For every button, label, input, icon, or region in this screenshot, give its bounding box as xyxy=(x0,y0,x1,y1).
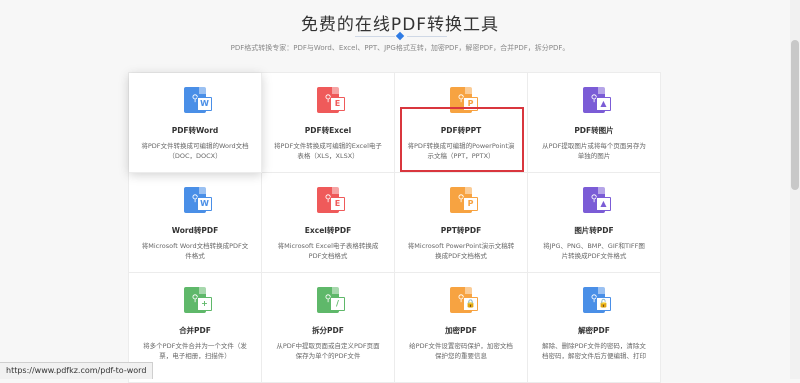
tool-name: 加密PDF xyxy=(445,326,477,335)
tool-card-image-to-pdf[interactable]: ⚲ ▲ 图片转PDF 将JPG、PNG、BMP、GIF和TIFF图片转换成PDF… xyxy=(528,173,661,273)
ppt-badge-icon: P xyxy=(463,197,478,211)
unlock-icon: 🔓 xyxy=(596,297,611,311)
tool-name: 解密PDF xyxy=(578,326,610,335)
divider-line-left xyxy=(355,36,395,37)
tool-card-word-to-pdf[interactable]: ⚲ W Word转PDF 将Microsoft Word文档转换成PDF文件格式 xyxy=(129,173,262,273)
title-divider xyxy=(0,31,800,41)
highlight-box xyxy=(400,107,524,172)
tool-description: 从PDF提取图片或将每个页面另存为单独的图片 xyxy=(542,142,646,160)
image-badge-icon: ▲ xyxy=(596,197,611,211)
tool-description: 将Microsoft Excel电子表格转换成PDF文档格式 xyxy=(277,242,379,260)
word-badge-icon: W xyxy=(197,197,212,211)
tool-grid: ⚲ W PDF转Word 将PDF文件转换成可编辑的Word文档（DOC，DOC… xyxy=(128,72,661,383)
status-url: https://www.pdfkz.com/pdf-to-word xyxy=(0,362,154,379)
tool-card-pdf-to-word[interactable]: ⚲ W PDF转Word 将PDF文件转换成可编辑的Word文档（DOC，DOC… xyxy=(129,73,262,173)
merge-badge-icon: + xyxy=(197,297,212,311)
tool-card-pdf-to-image[interactable]: ⚲ ▲ PDF转图片 从PDF提取图片或将每个页面另存为单独的图片 xyxy=(528,73,661,173)
scrollbar[interactable] xyxy=(790,0,800,379)
lock-icon: 🔒 xyxy=(463,297,478,311)
tool-name: 合并PDF xyxy=(179,326,211,335)
page-subtitle: PDF格式转换专家：PDF与Word、Excel、PPT、JPG格式互转，加密P… xyxy=(230,44,570,52)
divider-line-right xyxy=(407,36,447,37)
excel-badge-icon: E xyxy=(330,97,345,111)
excel-badge-icon: E xyxy=(330,197,345,211)
tool-name: PDF转图片 xyxy=(574,126,614,135)
tool-description: 将多个PDF文件合并为一个文件（发票，电子相册，扫描件） xyxy=(143,342,247,360)
tool-card-pdf-to-excel[interactable]: ⚲ E PDF转Excel 将PDF文件转换成可编辑的Excel电子表格（XLS… xyxy=(262,73,395,173)
tool-description: 从PDF中提取页面或自定义PDF页面保存为单个的PDF文件 xyxy=(276,342,380,360)
tool-description: 将PDF文件转换成可编辑的Word文档（DOC，DOCX） xyxy=(141,142,249,160)
tool-card-split-pdf[interactable]: ⚲ / 拆分PDF 从PDF中提取页面或自定义PDF页面保存为单个的PDF文件 xyxy=(262,273,395,383)
tool-description: 将JPG、PNG、BMP、GIF和TIFF图片转换成PDF文件格式 xyxy=(543,242,645,260)
split-badge-icon: / xyxy=(330,297,345,311)
tool-card-encrypt-pdf[interactable]: ⚲ 🔒 加密PDF 给PDF文件设置密码保护，加密文档保护您的重要信息 xyxy=(395,273,528,383)
tool-description: 解除、删除PDF文件的密码，清除文档密码，解密文件后方便编辑、打印 xyxy=(542,342,646,360)
tool-name: PDF转Excel xyxy=(304,126,352,135)
tool-card-excel-to-pdf[interactable]: ⚲ E Excel转PDF 将Microsoft Excel电子表格转换成PDF… xyxy=(262,173,395,273)
tool-description: 将Microsoft Word文档转换成PDF文件格式 xyxy=(141,242,249,260)
tool-name: PDF转Word xyxy=(171,126,219,135)
tool-name: 拆分PDF xyxy=(312,326,344,335)
image-badge-icon: ▲ xyxy=(596,97,611,111)
tool-description: 给PDF文件设置密码保护，加密文档保护您的重要信息 xyxy=(409,342,513,360)
tool-name: Excel转PDF xyxy=(304,226,352,235)
tool-description: 将PDF文件转换成可编辑的Excel电子表格（XLS，XLSX） xyxy=(274,142,382,160)
tool-name: PPT转PDF xyxy=(440,226,482,235)
tool-description: 将Microsoft PowerPoint演示文稿转换成PDF文档格式 xyxy=(407,242,515,260)
tool-name: 图片转PDF xyxy=(574,226,614,235)
tool-card-ppt-to-pdf[interactable]: ⚲ P PPT转PDF 将Microsoft PowerPoint演示文稿转换成… xyxy=(395,173,528,273)
scrollbar-thumb[interactable] xyxy=(791,40,799,190)
diamond-icon xyxy=(395,31,405,41)
tool-card-decrypt-pdf[interactable]: ⚲ 🔓 解密PDF 解除、删除PDF文件的密码，清除文档密码，解密文件后方便编辑… xyxy=(528,273,661,383)
tool-name: Word转PDF xyxy=(171,226,219,235)
word-badge-icon: W xyxy=(197,97,212,111)
